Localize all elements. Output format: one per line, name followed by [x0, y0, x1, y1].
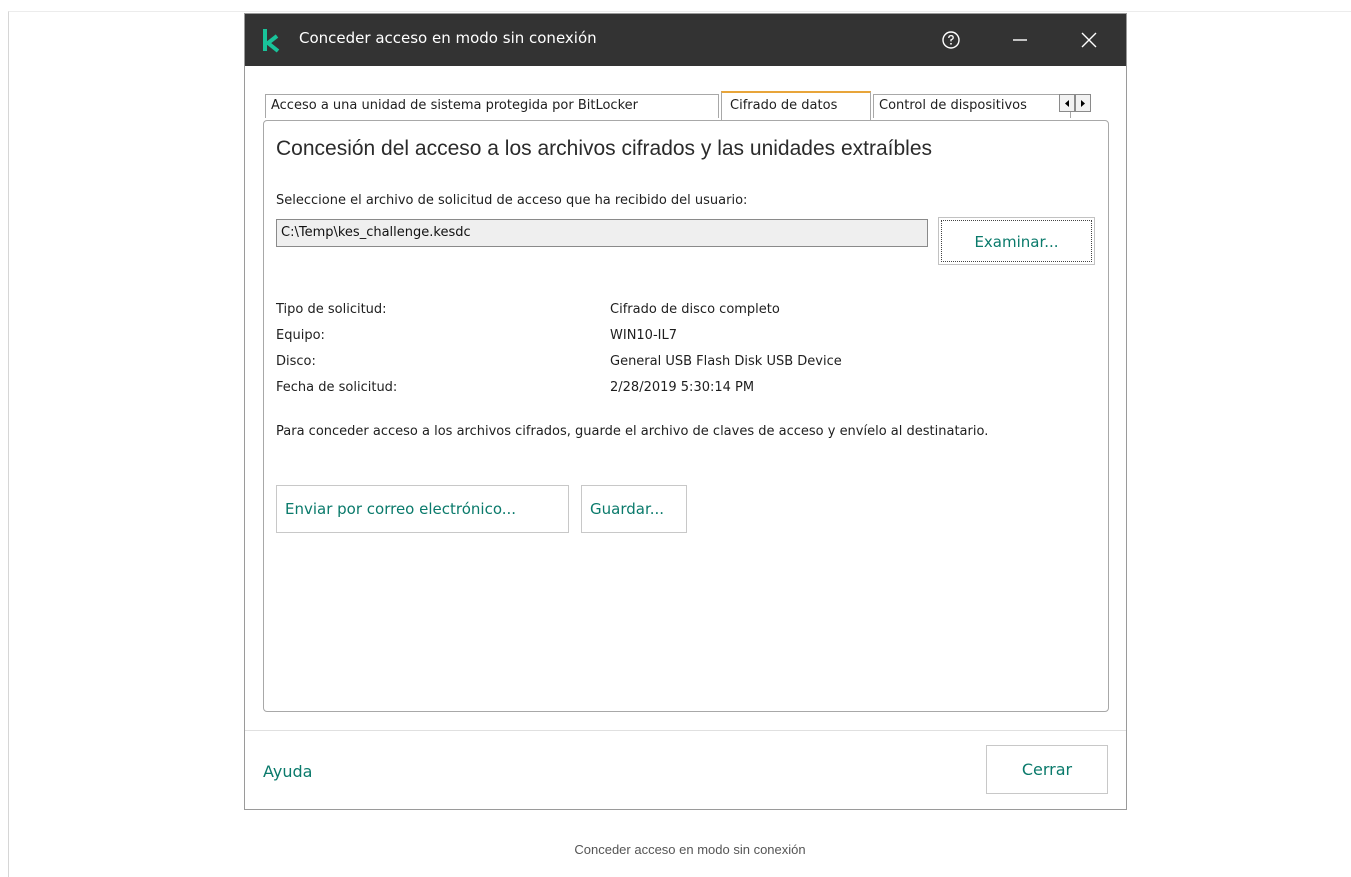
tab-scroll-right-button[interactable] [1075, 94, 1091, 112]
tab-panel: Concesión del acceso a los archivos cifr… [263, 120, 1109, 712]
footer-divider [245, 730, 1126, 731]
info-key: Disco: [276, 354, 316, 369]
info-key: Tipo de solicitud: [276, 302, 387, 317]
info-value: Cifrado de disco completo [610, 302, 780, 317]
tab-bitlocker[interactable]: Acceso a una unidad de sistema protegida… [265, 94, 719, 118]
figure-caption: Conceder acceso en modo sin conexión [574, 842, 806, 857]
info-value: General USB Flash Disk USB Device [610, 354, 842, 369]
close-button[interactable]: Cerrar [986, 745, 1108, 794]
select-file-label: Seleccione el archivo de solicitud de ac… [276, 193, 748, 208]
request-file-path-field[interactable]: C:\Temp\kes_challenge.kesdc [276, 219, 928, 247]
panel-title: Concesión del acceso a los archivos cifr… [276, 137, 933, 160]
browse-button-label: Examinar... [974, 233, 1059, 251]
info-key: Fecha de solicitud: [276, 380, 398, 395]
browse-button[interactable]: Examinar... [938, 217, 1095, 265]
tab-data-encryption[interactable]: Cifrado de datos [721, 91, 871, 121]
kaspersky-logo-icon [263, 29, 280, 53]
info-key: Equipo: [276, 328, 325, 343]
window-title: Conceder acceso en modo sin conexión [299, 29, 597, 47]
help-icon[interactable] [939, 28, 963, 52]
chevron-right-icon [1081, 100, 1085, 107]
title-bar: Conceder acceso en modo sin conexión [245, 14, 1126, 66]
help-link[interactable]: Ayuda [263, 762, 312, 781]
tab-scroll-arrows [1059, 94, 1091, 112]
send-email-button[interactable]: Enviar por correo electrónico... [276, 485, 569, 533]
offline-access-dialog: Conceder acceso en modo sin conexión Acc… [244, 13, 1127, 810]
tab-device-control[interactable]: Control de dispositivos [873, 94, 1071, 118]
info-value: WIN10-IL7 [610, 328, 677, 343]
info-value: 2/28/2019 5:30:14 PM [610, 380, 755, 395]
chevron-left-icon [1065, 100, 1069, 107]
tab-strip: Acceso a una unidad de sistema protegida… [263, 90, 1113, 121]
minimize-icon[interactable] [1008, 28, 1032, 52]
close-icon[interactable] [1077, 28, 1101, 52]
tab-scroll-left-button[interactable] [1059, 94, 1075, 112]
save-button[interactable]: Guardar... [581, 485, 687, 533]
instruction-note: Para conceder acceso a los archivos cifr… [276, 424, 989, 439]
